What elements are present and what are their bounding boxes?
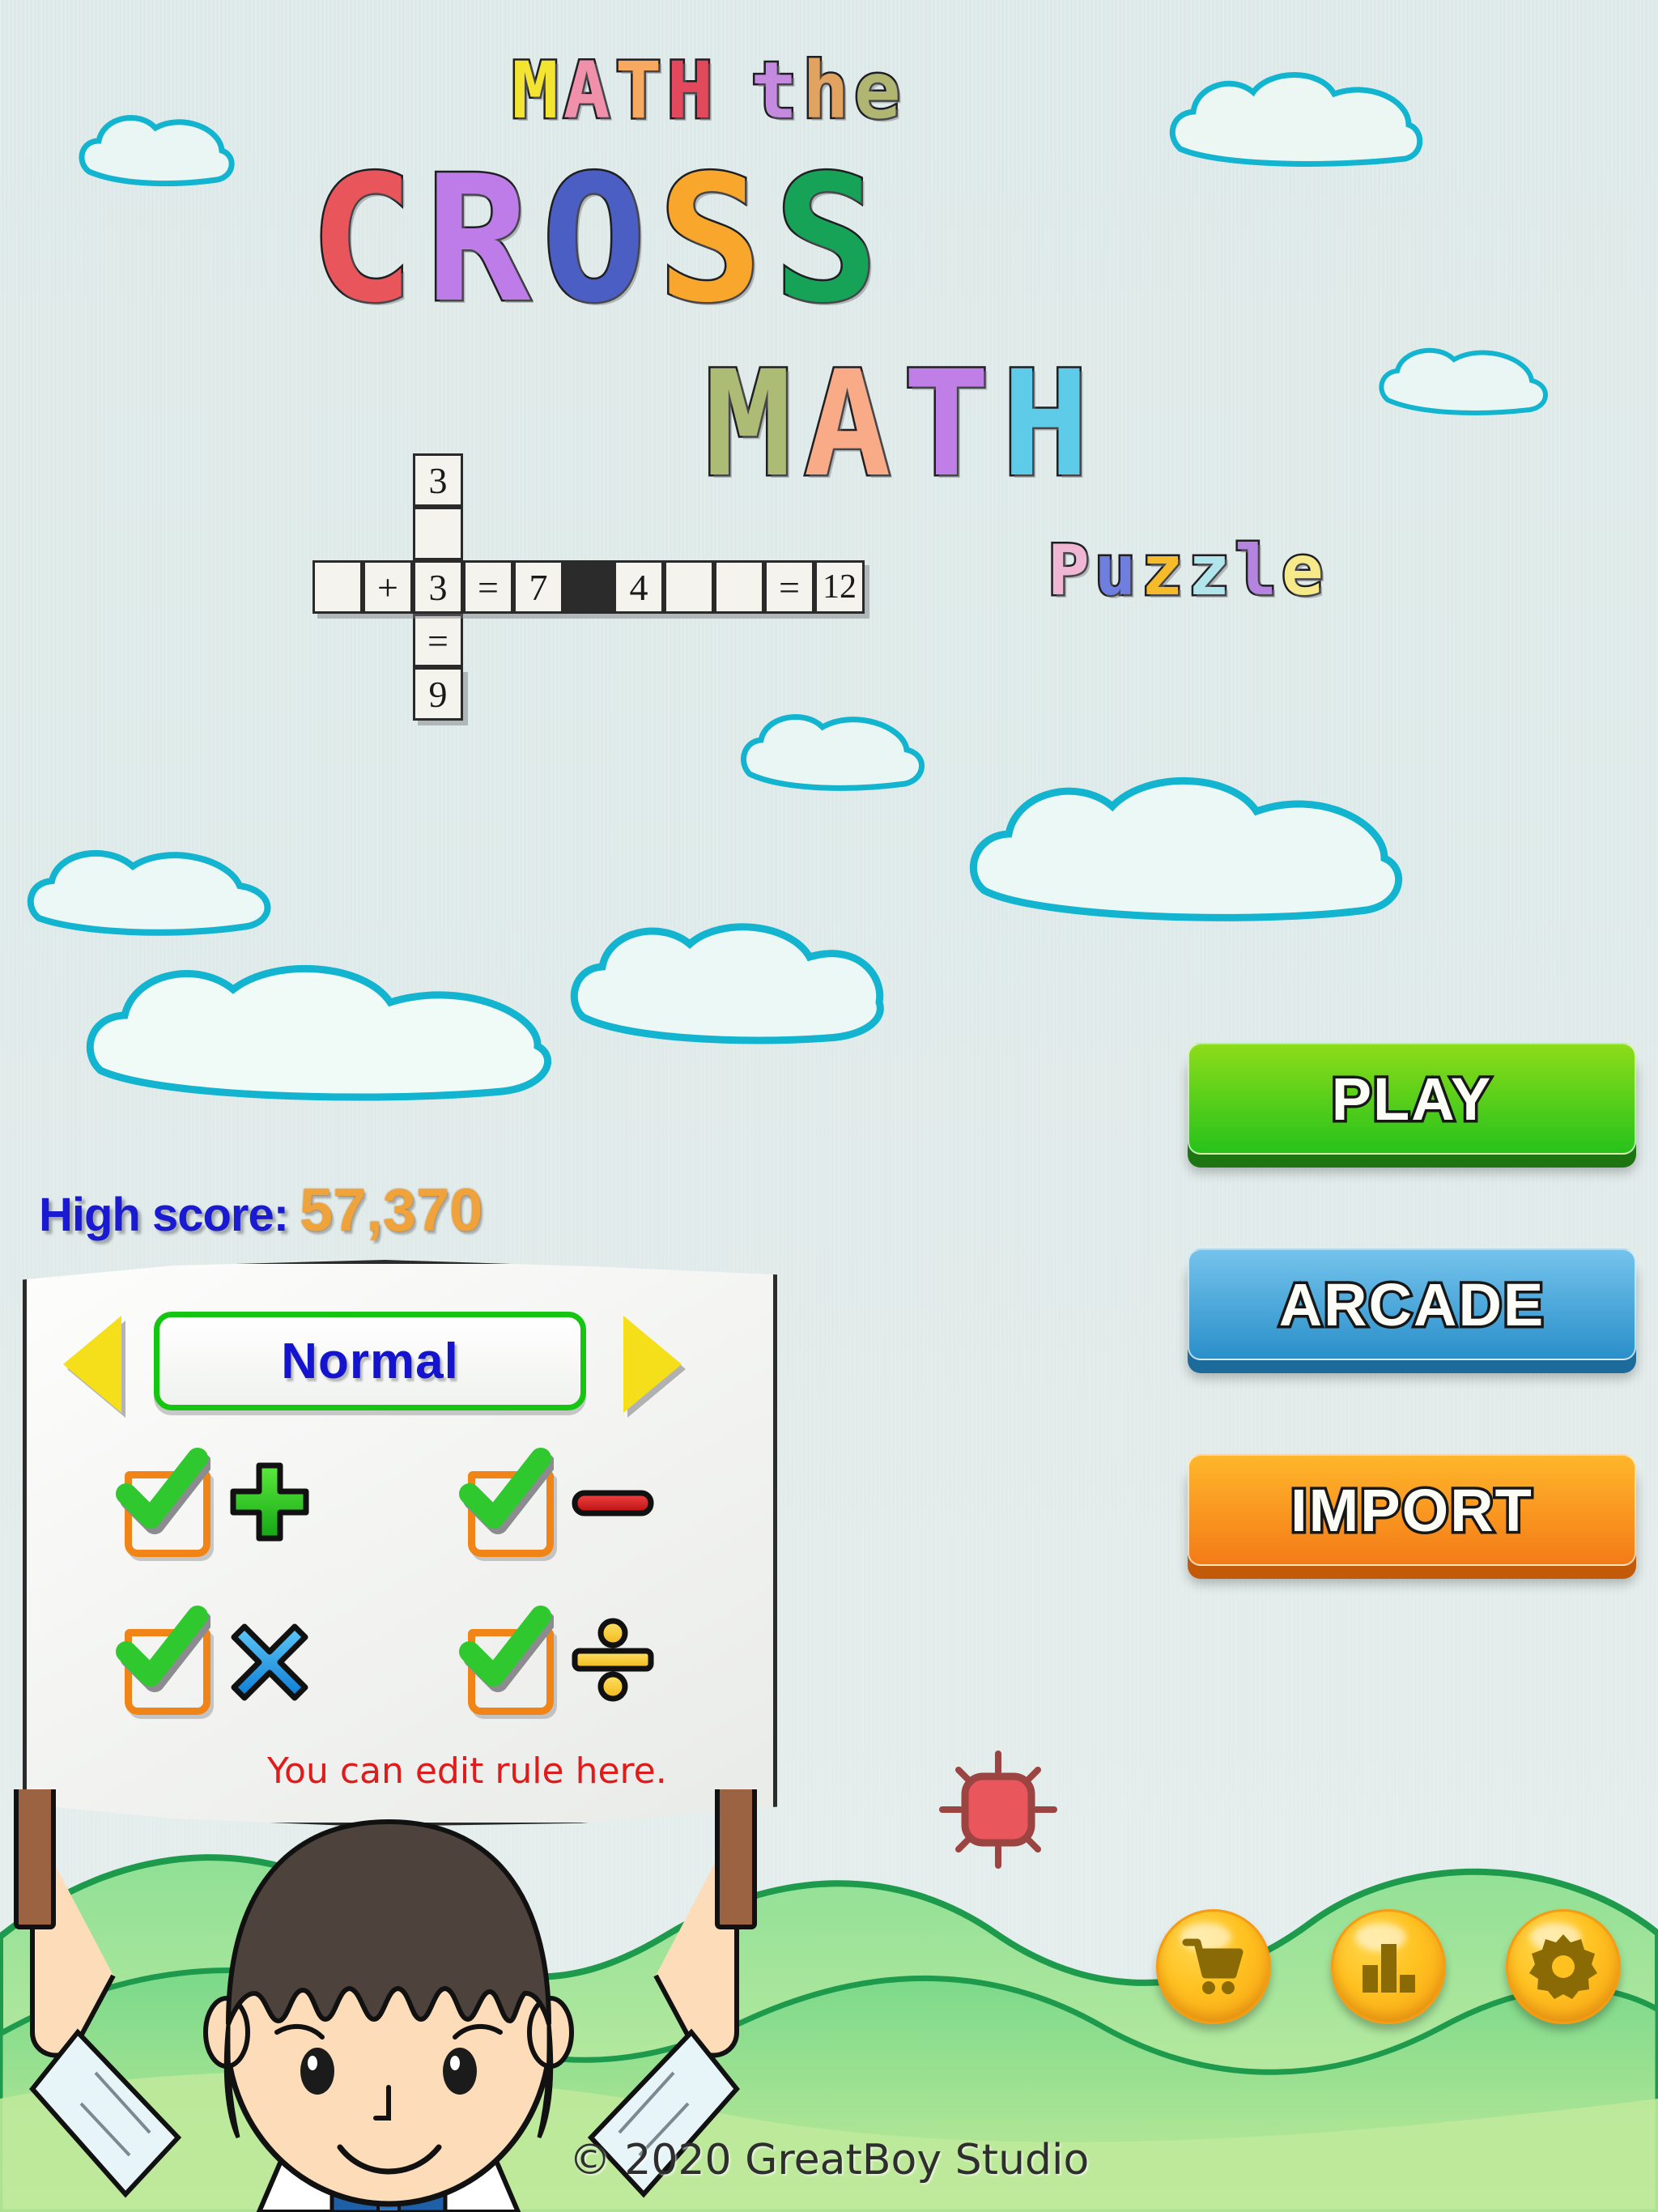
crossword-cell: [714, 560, 764, 614]
operator-divide-icon: [568, 1615, 657, 1704]
rule-multiplication[interactable]: [116, 1606, 314, 1715]
crossword-cell: 4: [614, 560, 664, 614]
crossword-cell: +: [363, 560, 413, 614]
crossword-cell: 3: [413, 560, 463, 614]
logo-letter: C: [307, 136, 415, 343]
logo-letter: T: [900, 338, 992, 512]
import-button[interactable]: IMPORT: [1188, 1454, 1636, 1566]
settings-button[interactable]: [1506, 1909, 1621, 2024]
check-icon: [459, 1606, 554, 1692]
leaderboard-button[interactable]: [1331, 1909, 1446, 2024]
sun-decoration: [937, 1749, 1059, 1874]
logo-line-math: MATH: [702, 338, 1101, 512]
logo-letter: O: [539, 136, 648, 343]
gear-icon: [1529, 1934, 1597, 1999]
crossword-cell: =: [764, 560, 814, 614]
logo-letter: T: [613, 44, 664, 138]
import-button-label: IMPORT: [1288, 1474, 1535, 1546]
operator-plus-icon: [225, 1457, 314, 1546]
check-icon: [116, 1448, 210, 1534]
high-score-label: High score:: [39, 1189, 289, 1241]
crossword-cell: =: [463, 560, 513, 614]
logo-letter: u: [1092, 529, 1138, 614]
difficulty-selector[interactable]: Normal: [154, 1312, 586, 1410]
checkbox-multiplication[interactable]: [116, 1606, 210, 1715]
prev-difficulty-arrow[interactable]: [63, 1316, 121, 1413]
difficulty-label: Normal: [281, 1333, 459, 1389]
logo-letter: e: [1279, 529, 1325, 614]
play-button-label: PLAY: [1329, 1062, 1494, 1135]
arcade-button[interactable]: ARCADE: [1188, 1249, 1636, 1360]
game-logo: MATH the CROSS MATH Puzzle 3 = 9 +3 = 7 4 = 12: [0, 0, 1658, 721]
logo-letter: e: [852, 44, 903, 138]
shopping-cart-icon: [1182, 1938, 1244, 1994]
crossword-cell: [664, 560, 714, 614]
high-score: High score: 57,370: [39, 1176, 483, 1244]
cloud-decoration: [963, 769, 1409, 923]
checkbox-subtraction[interactable]: [459, 1448, 554, 1557]
logo-letter: l: [1233, 529, 1279, 614]
cloud-decoration: [738, 706, 941, 795]
logo-letter: t: [749, 44, 800, 138]
logo-line-cross: CROSS: [307, 136, 890, 343]
logo-letter: z: [1139, 529, 1185, 614]
logo-line-math-the: MATH the: [510, 44, 906, 138]
logo-letter: M: [702, 338, 793, 512]
logo-letter: A: [801, 338, 893, 512]
cloud-decoration: [81, 955, 567, 1101]
crossword-cell: 7: [513, 560, 563, 614]
crossword-cell: [563, 560, 614, 614]
crossword-cell: =: [413, 614, 463, 667]
check-icon: [459, 1448, 554, 1534]
check-icon: [116, 1606, 210, 1692]
rule-division[interactable]: [459, 1606, 657, 1715]
logo-letter: A: [561, 44, 612, 138]
checkbox-division[interactable]: [459, 1606, 554, 1715]
crossword-cell: 12: [814, 560, 865, 614]
logo-letter: R: [423, 136, 532, 343]
checkbox-addition[interactable]: [116, 1448, 210, 1557]
rule-subtraction[interactable]: [459, 1448, 657, 1557]
logo-letter: M: [510, 44, 561, 138]
next-difficulty-arrow[interactable]: [623, 1316, 682, 1413]
play-button[interactable]: PLAY: [1188, 1043, 1636, 1155]
logo-letter: h: [800, 44, 851, 138]
operator-multiply-icon: [225, 1615, 314, 1704]
logo-letter: P: [1046, 529, 1092, 614]
logo-line-puzzle: Puzzle: [1046, 529, 1329, 614]
arcade-button-label: ARCADE: [1276, 1268, 1546, 1341]
crossword-cell: [312, 560, 363, 614]
cloud-decoration: [567, 915, 891, 1044]
high-score-value: 57,370: [300, 1176, 483, 1244]
crossword-cell: 9: [413, 667, 463, 721]
rule-addition[interactable]: [116, 1448, 314, 1557]
copyright-text: © 2020 GreatBoy Studio: [568, 2136, 1090, 2184]
operator-minus-icon: [568, 1457, 657, 1546]
cloud-decoration: [24, 842, 291, 939]
logo-letter: z: [1186, 529, 1232, 614]
logo-letter: H: [665, 44, 716, 138]
crossword-cell: 3: [413, 453, 463, 507]
logo-letter: S: [772, 136, 880, 343]
shop-button[interactable]: [1156, 1909, 1271, 2024]
logo-letter: S: [656, 136, 764, 343]
game-title-screen: MATH the CROSS MATH Puzzle 3 = 9 +3 = 7 4 = 12 Hi…: [0, 0, 1658, 2212]
bar-chart-icon: [1363, 1944, 1415, 1993]
crossword-cell: [413, 507, 463, 560]
logo-letter: H: [1000, 338, 1091, 512]
